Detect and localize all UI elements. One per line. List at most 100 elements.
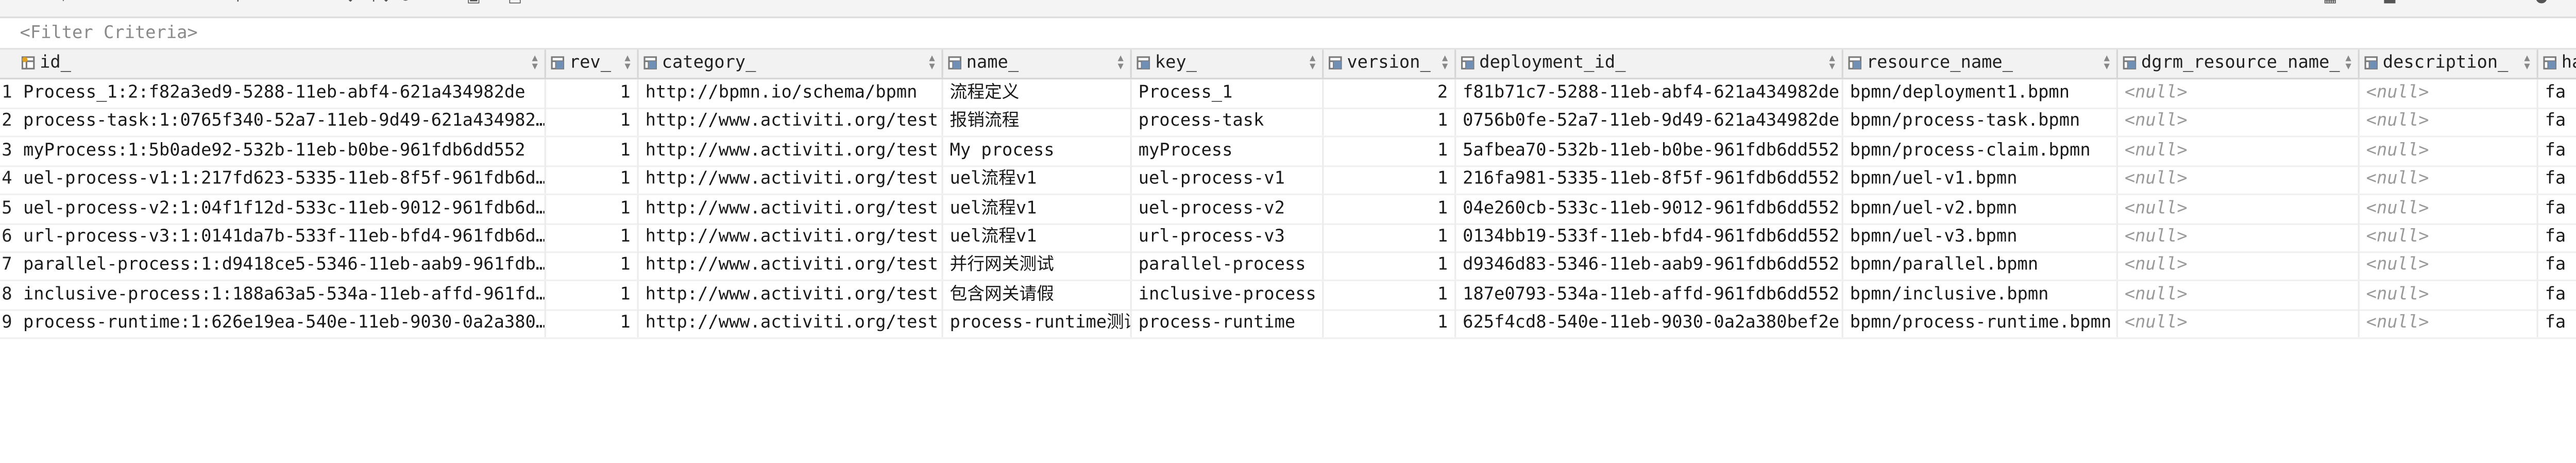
cell-deployment-id[interactable]: f81b71c7-5288-11eb-abf4-621a434982de	[1456, 79, 1843, 108]
cell-description[interactable]: <null>	[2360, 108, 2538, 136]
column-header-category[interactable]: category_ ▴ ▾	[639, 49, 943, 78]
cell-dgrm-resource-name[interactable]: <null>	[2118, 281, 2360, 309]
cell-version[interactable]: 1	[1324, 165, 1456, 194]
cell-deployment-id[interactable]: 216fa981-5335-11eb-8f5f-961fdb6dd552	[1456, 165, 1843, 194]
cell-version[interactable]: 1	[1324, 310, 1456, 338]
toolbar-dropdown-icon[interactable]: ▾	[60, 0, 67, 7]
cell-has[interactable]: fa	[2538, 310, 2576, 338]
column-header-rev[interactable]: rev_ ▴ ▾	[546, 49, 639, 78]
cell-id[interactable]: myProcess:1:5b0ade92-532b-11eb-b0be-961f…	[16, 136, 546, 165]
cell-dgrm-resource-name[interactable]: <null>	[2118, 165, 2360, 194]
toolbar-view-icon[interactable]: □	[508, 0, 522, 7]
cell-deployment-id[interactable]: 625f4cd8-540e-11eb-9030-0a2a380bef2e	[1456, 310, 1843, 338]
toolbar-search-icon[interactable]: ●	[2535, 0, 2548, 7]
cell-resource-name[interactable]: bpmn/uel-v2.bpmn	[1843, 194, 2118, 223]
cell-version[interactable]: 1	[1324, 252, 1456, 281]
cell-category[interactable]: http://www.activiti.org/test	[639, 165, 943, 194]
cell-deployment-id[interactable]: 187e0793-534a-11eb-affd-961fdb6dd552	[1456, 281, 1843, 309]
cell-category[interactable]: http://www.activiti.org/test	[639, 281, 943, 309]
cell-key[interactable]: parallel-process	[1132, 252, 1324, 281]
cell-name[interactable]: 报销流程	[943, 108, 1132, 136]
sort-icon[interactable]: ▴ ▾	[2104, 52, 2110, 72]
filter-criteria-input[interactable]	[6, 21, 2502, 45]
cell-name[interactable]: process-runtime测试	[943, 310, 1132, 338]
cell-category[interactable]: http://www.activiti.org/test	[639, 252, 943, 281]
cell-key[interactable]: process-task	[1132, 108, 1324, 136]
cell-key[interactable]: inclusive-process	[1132, 281, 1324, 309]
cell-has[interactable]: fa	[2538, 108, 2576, 136]
sort-icon[interactable]: ▴ ▾	[1310, 52, 1315, 72]
cell-has[interactable]: fa	[2538, 166, 2576, 194]
cell-deployment-id[interactable]: d9346d83-5346-11eb-aab9-961fdb6dd552	[1456, 252, 1843, 281]
column-header-resource-name[interactable]: resource_name_ ▴ ▾	[1843, 49, 2118, 78]
table-row[interactable]: 4 uel-process-v1:1:217fd623-5335-11eb-8f5…	[0, 165, 2576, 194]
cell-category[interactable]: http://bpmn.io/schema/bpmn	[639, 79, 943, 108]
cell-rev[interactable]: 1	[546, 252, 639, 281]
cell-name[interactable]: 包含网关请假	[943, 281, 1132, 309]
toolbar-down-icon[interactable]: ↓	[344, 0, 357, 7]
cell-category[interactable]: http://www.activiti.org/test	[639, 310, 943, 338]
cell-name[interactable]: My process	[943, 136, 1132, 165]
cell-has[interactable]: fa	[2538, 224, 2576, 252]
cell-key[interactable]: url-process-v3	[1132, 223, 1324, 252]
cell-rev[interactable]: 1	[546, 108, 639, 136]
cell-has[interactable]: fa	[2538, 281, 2576, 309]
table-row[interactable]: 6 url-process-v3:1:0141da7b-533f-11eb-bfd…	[0, 223, 2576, 252]
sort-icon[interactable]: ▴ ▾	[929, 52, 935, 72]
cell-deployment-id[interactable]: 04e260cb-533c-11eb-9012-961fdb6dd552	[1456, 194, 1843, 223]
column-header-name[interactable]: name_ ▴ ▾	[943, 49, 1132, 78]
cell-category[interactable]: http://www.activiti.org/test	[639, 223, 943, 252]
cell-description[interactable]: <null>	[2360, 79, 2538, 108]
cell-name[interactable]: 流程定义	[943, 79, 1132, 108]
sort-icon[interactable]: ▴ ▾	[624, 52, 630, 72]
cell-rev[interactable]: 1	[546, 165, 639, 194]
toolbar-undo-icon[interactable]: ↩	[433, 0, 446, 7]
toolbar-export-icon[interactable]: ■	[2383, 0, 2397, 7]
cell-dgrm-resource-name[interactable]: <null>	[2118, 194, 2360, 223]
cell-version[interactable]: 2	[1324, 79, 1456, 108]
toolbar-output-icon[interactable]: ▦	[2323, 0, 2337, 7]
cell-deployment-id[interactable]: 0134bb19-533f-11eb-bfd4-961fdb6dd552	[1456, 223, 1843, 252]
cell-dgrm-resource-name[interactable]: <null>	[2118, 79, 2360, 108]
cell-resource-name[interactable]: bpmn/uel-v3.bpmn	[1843, 223, 2118, 252]
cell-resource-name[interactable]: bpmn/uel-v1.bpmn	[1843, 165, 2118, 194]
cell-id[interactable]: process-runtime:1:626e19ea-540e-11eb-903…	[16, 310, 546, 338]
column-header-version[interactable]: version_ ▴ ▾	[1324, 49, 1456, 78]
cell-has[interactable]: fa	[2538, 195, 2576, 223]
cell-dgrm-resource-name[interactable]: <null>	[2118, 310, 2360, 338]
cell-version[interactable]: 1	[1324, 136, 1456, 165]
cell-resource-name[interactable]: bpmn/process-runtime.bpmn	[1843, 310, 2118, 338]
sort-icon[interactable]: ▴ ▾	[1117, 52, 1123, 72]
cell-dgrm-resource-name[interactable]: <null>	[2118, 223, 2360, 252]
sort-icon[interactable]: ▴ ▾	[532, 52, 538, 72]
cell-id[interactable]: uel-process-v1:1:217fd623-5335-11eb-8f5f…	[16, 165, 546, 194]
sort-icon[interactable]: ▴ ▾	[1829, 52, 1835, 72]
column-header-id[interactable]: id_ ▴ ▾	[16, 49, 546, 78]
cell-key[interactable]: process-runtime	[1132, 310, 1324, 338]
table-row[interactable]: 7 parallel-process:1:d9418ce5-5346-11eb-a…	[0, 252, 2576, 281]
cell-description[interactable]: <null>	[2360, 223, 2538, 252]
cell-resource-name[interactable]: bpmn/process-task.bpmn	[1843, 108, 2118, 136]
column-header-description[interactable]: description_ ▴ ▾	[2360, 49, 2538, 78]
cell-resource-name[interactable]: bpmn/inclusive.bpmn	[1843, 281, 2118, 309]
cell-rev[interactable]: 1	[546, 79, 639, 108]
cell-rev[interactable]: 1	[546, 194, 639, 223]
cell-description[interactable]: <null>	[2360, 165, 2538, 194]
table-row[interactable]: 1 Process_1:2:f82a3ed9-5288-11eb-abf4-621…	[0, 79, 2576, 108]
cell-key[interactable]: uel-process-v1	[1132, 165, 1324, 194]
sort-icon[interactable]: ▴ ▾	[2346, 52, 2351, 72]
cell-id[interactable]: inclusive-process:1:188a63a5-534a-11eb-a…	[16, 281, 546, 309]
cell-category[interactable]: http://www.activiti.org/test	[639, 136, 943, 165]
cell-rev[interactable]: 1	[546, 223, 639, 252]
cell-has[interactable]: fa	[2538, 252, 2576, 280]
cell-version[interactable]: 1	[1324, 194, 1456, 223]
cell-dgrm-resource-name[interactable]: <null>	[2118, 136, 2360, 165]
cell-dgrm-resource-name[interactable]: <null>	[2118, 108, 2360, 136]
cell-rev[interactable]: 1	[546, 310, 639, 338]
column-header-has[interactable]: has	[2538, 49, 2576, 78]
cell-rev[interactable]: 1	[546, 281, 639, 309]
column-header-key[interactable]: key_ ▴ ▾	[1132, 49, 1324, 78]
cell-key[interactable]: uel-process-v2	[1132, 194, 1324, 223]
cell-has[interactable]: fa	[2538, 79, 2576, 108]
cell-description[interactable]: <null>	[2360, 136, 2538, 165]
